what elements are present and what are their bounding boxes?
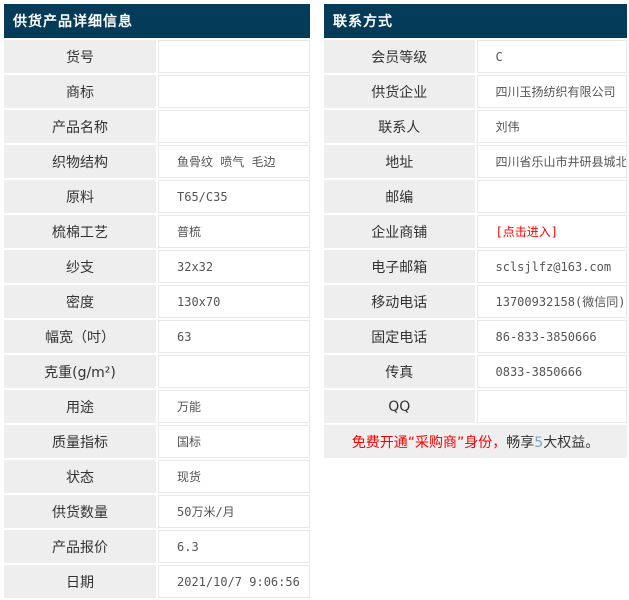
product-detail-title: 供货产品详细信息 (4, 4, 310, 38)
brand-label: 商标 (4, 75, 156, 108)
contact-table: 联系方式 会员等级 C 供货企业 四川玉扬纺织有限公司 联系人 刘伟 地址 四川… (322, 2, 629, 460)
supplier-label: 供货企业 (324, 75, 475, 108)
raw-material-value: T65/C35 (158, 180, 310, 213)
member-level-label: 会员等级 (324, 40, 475, 73)
postal-code-value (477, 180, 628, 213)
fabric-structure-value: 鱼骨纹 喷气 毛边 (158, 145, 310, 178)
supply-quantity-label: 供货数量 (4, 495, 156, 528)
supplier-value: 四川玉扬纺织有限公司 (477, 75, 628, 108)
table-row: 织物结构 鱼骨纹 喷气 毛边 (4, 145, 310, 178)
email-value: sclsjlfz@163.com (477, 250, 628, 283)
company-shop-enter-link[interactable]: [点击进入] (496, 225, 558, 239)
product-name-value (158, 110, 310, 143)
brand-value (158, 75, 310, 108)
table-row: 电子邮箱 sclsjlfz@163.com (324, 250, 627, 283)
address-label: 地址 (324, 145, 475, 178)
table-row: 用途 万能 (4, 390, 310, 423)
promo-benefit-count: 5 (534, 435, 543, 451)
status-value: 现货 (158, 460, 310, 493)
product-quote-value: 6.3 (158, 530, 310, 563)
item-no-label: 货号 (4, 40, 156, 73)
buyer-promo-banner: 免费开通“采购商”身份，畅享5大权益。 (324, 425, 627, 458)
combing-process-label: 梳棉工艺 (4, 215, 156, 248)
table-row: 梳棉工艺 普梳 (4, 215, 310, 248)
page-content: 供货产品详细信息 货号 商标 产品名称 织物结构 鱼骨纹 喷气 毛边 原料 T6… (0, 0, 629, 600)
table-row: 状态 现货 (4, 460, 310, 493)
address-value: 四川省乐山市井研县城北纺织工业园区 (477, 145, 628, 178)
width-inch-value: 63 (158, 320, 310, 353)
email-label: 电子邮箱 (324, 250, 475, 283)
table-row: 会员等级 C (324, 40, 627, 73)
table-row: 纱支 32x32 (4, 250, 310, 283)
table-row: 密度 130x70 (4, 285, 310, 318)
table-row: 日期 2021/10/7 9:06:56 (4, 565, 310, 598)
date-label: 日期 (4, 565, 156, 598)
density-value: 130x70 (158, 285, 310, 318)
mobile-phone-label: 移动电话 (324, 285, 475, 318)
table-row: 幅宽（吋） 63 (4, 320, 310, 353)
table-row: 固定电话 86-833-3850666 (324, 320, 627, 353)
width-inch-label: 幅宽（吋） (4, 320, 156, 353)
qq-label: QQ (324, 390, 475, 423)
table-row: 传真 0833-3850666 (324, 355, 627, 388)
table-row: 供货数量 50万米/月 (4, 495, 310, 528)
table-row: 联系人 刘伟 (324, 110, 627, 143)
table-row: 邮编 (324, 180, 627, 213)
status-label: 状态 (4, 460, 156, 493)
yarn-count-label: 纱支 (4, 250, 156, 283)
fax-value: 0833-3850666 (477, 355, 628, 388)
table-row: 产品名称 (4, 110, 310, 143)
quality-standard-label: 质量指标 (4, 425, 156, 458)
postal-code-label: 邮编 (324, 180, 475, 213)
supply-quantity-value: 50万米/月 (158, 495, 310, 528)
raw-material-label: 原料 (4, 180, 156, 213)
table-row: 克重(g/m²) (4, 355, 310, 388)
usage-label: 用途 (4, 390, 156, 423)
fax-label: 传真 (324, 355, 475, 388)
weight-gsm-label: 克重(g/m²) (4, 355, 156, 388)
company-shop-label: 企业商铺 (324, 215, 475, 248)
product-name-label: 产品名称 (4, 110, 156, 143)
contact-person-value: 刘伟 (477, 110, 628, 143)
table-row: 企业商铺 [点击进入] (324, 215, 627, 248)
contact-person-label: 联系人 (324, 110, 475, 143)
table-row: QQ (324, 390, 627, 423)
table-row: 商标 (4, 75, 310, 108)
contact-title: 联系方式 (324, 4, 627, 38)
mobile-phone-value: 13700932158(微信同) (477, 285, 628, 318)
product-detail-table: 供货产品详细信息 货号 商标 产品名称 织物结构 鱼骨纹 喷气 毛边 原料 T6… (2, 2, 312, 600)
qq-value (477, 390, 628, 423)
combing-process-value: 普梳 (158, 215, 310, 248)
promo-text-1: 畅享 (506, 435, 534, 451)
table-row: 质量指标 国标 (4, 425, 310, 458)
quality-standard-value: 国标 (158, 425, 310, 458)
table-row: 地址 四川省乐山市井研县城北纺织工业园区 (324, 145, 627, 178)
promo-text-2: 大权益。 (543, 435, 599, 451)
table-header-row: 联系方式 (324, 4, 627, 38)
table-row: 产品报价 6.3 (4, 530, 310, 563)
yarn-count-value: 32x32 (158, 250, 310, 283)
company-shop-value: [点击进入] (477, 215, 628, 248)
promo-row: 免费开通“采购商”身份，畅享5大权益。 (324, 425, 627, 458)
table-row: 移动电话 13700932158(微信同) (324, 285, 627, 318)
date-value: 2021/10/7 9:06:56 (158, 565, 310, 598)
landline-phone-label: 固定电话 (324, 320, 475, 353)
weight-gsm-value (158, 355, 310, 388)
table-row: 供货企业 四川玉扬纺织有限公司 (324, 75, 627, 108)
member-level-value: C (477, 40, 628, 73)
product-quote-label: 产品报价 (4, 530, 156, 563)
buyer-promo-link[interactable]: 免费开通“采购商”身份， (352, 435, 507, 451)
landline-phone-value: 86-833-3850666 (477, 320, 628, 353)
item-no-value (158, 40, 310, 73)
table-row: 货号 (4, 40, 310, 73)
density-label: 密度 (4, 285, 156, 318)
table-header-row: 供货产品详细信息 (4, 4, 310, 38)
table-row: 原料 T65/C35 (4, 180, 310, 213)
usage-value: 万能 (158, 390, 310, 423)
fabric-structure-label: 织物结构 (4, 145, 156, 178)
